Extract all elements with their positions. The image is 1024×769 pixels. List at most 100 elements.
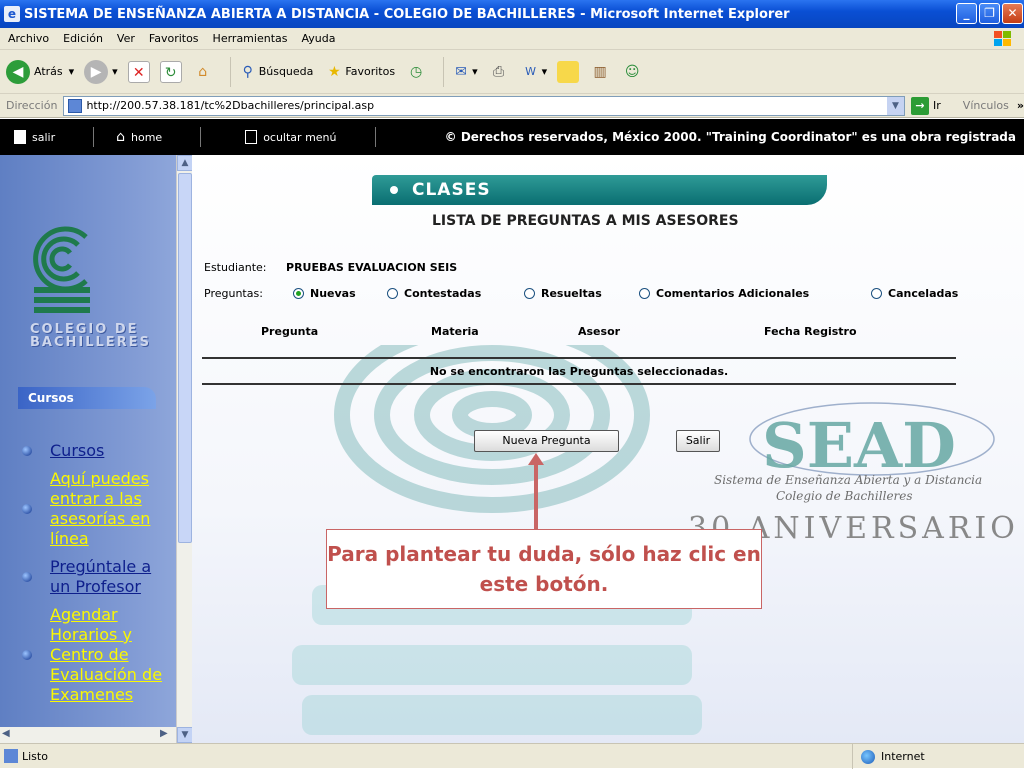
questions-label: Preguntas: (204, 287, 263, 300)
menu-ayuda[interactable]: Ayuda (301, 32, 335, 45)
sidebar-item-cursos[interactable]: Cursos (22, 441, 172, 461)
printer-icon: ⎙ (492, 63, 505, 80)
favorites-button[interactable]: ★ Favoritos (323, 61, 395, 83)
hide-menu-icon (245, 130, 258, 144)
exit-icon (14, 130, 26, 144)
filter-radio-comentarios[interactable]: Comentarios Adicionales (639, 287, 809, 300)
scroll-down-icon[interactable]: ▼ (177, 727, 193, 743)
sidebar-scrollbar[interactable]: ▲ ▼ (176, 155, 193, 743)
status-bar: Listo Internet (0, 743, 1024, 769)
scroll-up-icon[interactable]: ▲ (177, 155, 193, 171)
print-button[interactable]: ⎙ (488, 61, 510, 83)
sead-line1: Sistema de Enseñanza Abierta y a Distanc… (714, 473, 983, 487)
questions-table: Pregunta Materia Asesor Fecha Registro N… (202, 325, 956, 385)
history-button[interactable]: ◷ (405, 61, 427, 83)
history-icon: ◷ (409, 63, 423, 80)
address-url: http://200.57.38.181/tc%2Dbachilleres/pr… (86, 99, 375, 112)
forward-button[interactable]: ▶ ▾ (84, 59, 118, 84)
maximize-button[interactable]: ❐ (979, 3, 1000, 24)
radio-icon[interactable] (524, 288, 535, 299)
menu-herramientas[interactable]: Herramientas (213, 32, 288, 45)
sidebar-item-asesorias[interactable]: Aquí puedes entrar a las asesorías en lí… (22, 469, 172, 549)
col-asesor: Asesor (578, 325, 621, 338)
radio-selected-icon[interactable] (293, 288, 304, 299)
stop-icon: ✕ (127, 60, 150, 83)
bullet-icon (22, 446, 32, 456)
salir-link[interactable]: salir (14, 130, 55, 144)
clases-banner: CLASES (372, 175, 827, 205)
sidebar-h-scrollbar[interactable]: ◀ ▶ (0, 727, 176, 743)
sead-line2: Colegio de Bachilleres (776, 489, 913, 503)
address-dropdown-icon[interactable]: ▼ (887, 96, 905, 115)
bullet-icon (22, 650, 32, 660)
filter-radio-nuevas[interactable]: Nuevas (293, 287, 356, 300)
student-name: PRUEBAS EVALUACION SEIS (286, 261, 458, 274)
home-link[interactable]: ⌂ home (116, 129, 162, 145)
table-header: Pregunta Materia Asesor Fecha Registro (202, 325, 956, 341)
sidebar-item-preguntale[interactable]: Pregúntale a un Profesor (22, 557, 172, 597)
word-icon: W (525, 64, 537, 78)
scroll-right-icon[interactable]: ▶ (160, 728, 168, 739)
radio-icon[interactable] (639, 288, 650, 299)
col-pregunta: Pregunta (261, 325, 319, 338)
menu-edicion[interactable]: Edición (63, 32, 103, 45)
filter-radio-contestadas[interactable]: Contestadas (387, 287, 481, 300)
radio-icon[interactable] (387, 288, 398, 299)
filter-radio-canceladas[interactable]: Canceladas (871, 287, 958, 300)
close-button[interactable]: ✕ (1002, 3, 1023, 24)
arrow-line (534, 461, 538, 531)
links-label[interactable]: Vínculos (963, 99, 1009, 112)
window-title: SISTEMA DE ENSEÑANZA ABIERTA A DISTANCIA… (24, 6, 790, 22)
mail-icon: ✉ (455, 63, 467, 80)
address-bar: Dirección http://200.57.38.181/tc%2Dbach… (0, 94, 1024, 118)
research-button[interactable]: ▥ (589, 61, 611, 83)
edit-button[interactable]: W ▾ (520, 61, 547, 83)
copyright-text: © Derechos reservados, México 2000. "Tra… (444, 130, 1016, 144)
address-input[interactable]: http://200.57.38.181/tc%2Dbachilleres/pr… (63, 95, 906, 116)
home-button[interactable]: ⌂ (192, 61, 214, 83)
ie-icon: e (4, 6, 20, 22)
logo-text: COLEGIO DE BACHILLERES (30, 322, 151, 350)
page-status-icon (4, 749, 18, 763)
back-button[interactable]: ◀ Atrás ▾ (6, 59, 74, 84)
discuss-button[interactable] (557, 60, 580, 83)
status-text: Listo (22, 749, 48, 763)
messenger-button[interactable]: ☺ (621, 61, 643, 83)
back-arrow-icon: ◀ (6, 59, 30, 84)
student-row: Estudiante: PRUEBAS EVALUACION SEIS (204, 261, 457, 274)
menu-ver[interactable]: Ver (117, 32, 135, 45)
sidebar-nav: Cursos Aquí puedes entrar a las asesoría… (22, 441, 172, 713)
stop-button[interactable]: ✕ (127, 60, 150, 83)
sidebar: COLEGIO DE BACHILLERES Cursos Cursos Aqu… (0, 155, 176, 743)
cursos-section-tab: Cursos (18, 387, 156, 409)
mail-button[interactable]: ✉ ▾ (450, 61, 477, 83)
minimize-button[interactable]: _ (956, 3, 977, 24)
page-subtitle: LISTA DE PREGUNTAS A MIS ASESORES (432, 213, 739, 229)
windows-logo-icon (994, 31, 1011, 46)
hide-menu-link[interactable]: ocultar menú (245, 130, 337, 144)
refresh-button[interactable]: ↻ (159, 60, 182, 83)
globe-icon (861, 749, 875, 764)
radio-icon[interactable] (871, 288, 882, 299)
search-button[interactable]: ⚲ Búsqueda (237, 61, 314, 83)
messenger-icon: ☺ (624, 63, 640, 80)
page-icon (68, 98, 83, 113)
question-filter-row: Preguntas: Nuevas Contestadas Resueltas … (204, 287, 1004, 303)
empty-message: No se encontraron las Preguntas seleccio… (429, 365, 729, 378)
star-icon: ★ (328, 63, 341, 80)
filter-radio-resueltas[interactable]: Resueltas (524, 287, 602, 300)
scroll-left-icon[interactable]: ◀ (2, 728, 10, 739)
sidebar-item-agendar[interactable]: Agendar Horarios y Centro de Evaluación … (22, 605, 172, 705)
address-label: Dirección (6, 99, 58, 112)
browser-toolbar: ◀ Atrás ▾ ▶ ▾ ✕ ↻ ⌂ ⚲ Búsqueda ★ Favoritos… (0, 50, 1024, 94)
chevron-right-icon[interactable]: » (1017, 99, 1024, 112)
menu-archivo[interactable]: Archivo (8, 32, 49, 45)
menu-favoritos[interactable]: Favoritos (149, 32, 199, 45)
house-icon: ⌂ (116, 129, 125, 145)
search-icon: ⚲ (242, 63, 253, 80)
go-button[interactable]: → Ir (911, 96, 941, 115)
exit-button[interactable]: Salir (676, 430, 720, 452)
scroll-thumb[interactable] (178, 173, 192, 543)
site-top-bar: salir ⌂ home ocultar menú © Derechos res… (0, 119, 1024, 155)
new-question-button[interactable]: Nueva Pregunta (474, 430, 619, 452)
